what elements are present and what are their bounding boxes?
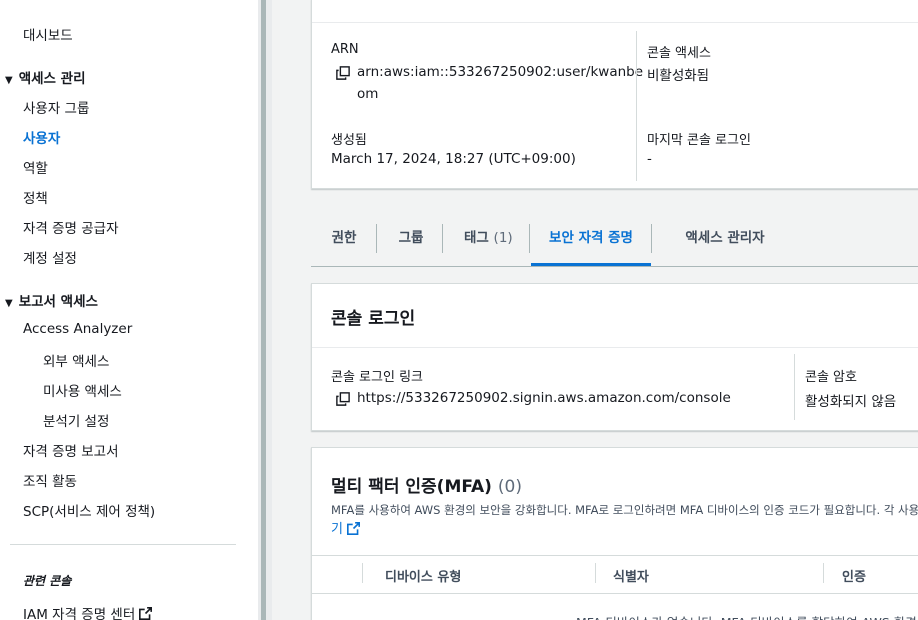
tab-separator xyxy=(651,224,652,253)
arn-label: ARN xyxy=(331,42,359,57)
sidebar-splitter[interactable] xyxy=(258,0,272,620)
card-header-divider xyxy=(312,347,918,348)
column-divider xyxy=(636,31,637,181)
column-separator xyxy=(823,563,824,583)
sidebar-item-roles[interactable]: 역할 xyxy=(23,157,48,177)
sidebar-item-account-settings[interactable]: 계정 설정 xyxy=(23,247,77,267)
mfa-link-text: 기 xyxy=(331,522,343,537)
tab-tags-label: 태그 xyxy=(464,230,489,246)
console-password-value: 활성화되지 않음 xyxy=(805,394,897,410)
created-value: March 17, 2024, 18:27 (UTC+09:00) xyxy=(331,151,576,167)
sidebar-section-label: 보고서 액세스 xyxy=(18,294,98,310)
mfa-card: 멀티 팩터 인증(MFA) (0) MFA를 사용하여 AWS 환경의 보안을 … xyxy=(311,447,918,620)
arn-value-line1: arn:aws:iam::533267250902:user/kwanbe xyxy=(357,64,644,80)
sidebar-divider xyxy=(10,544,236,545)
sidebar-item-label: IAM 자격 증명 센터 xyxy=(23,607,136,620)
column-separator xyxy=(362,563,363,583)
sidebar-item-external-access[interactable]: 외부 액세스 xyxy=(43,350,109,370)
copy-icon[interactable] xyxy=(336,392,350,406)
copy-icon[interactable] xyxy=(336,66,350,80)
external-link-icon xyxy=(346,522,360,535)
sidebar-item-credential-report[interactable]: 자격 증명 보고서 xyxy=(23,440,119,460)
tab-tags[interactable]: 태그 (1) xyxy=(464,221,513,266)
console-login-title: 콘솔 로그인 xyxy=(331,309,416,329)
column-header-certification[interactable]: 인증 xyxy=(842,566,866,585)
mfa-title: 멀티 팩터 인증(MFA) (0) xyxy=(331,472,522,497)
console-login-card: 콘솔 로그인 콘솔 로그인 링크 https://533267250902.si… xyxy=(311,283,918,431)
sidebar-item-scp[interactable]: SCP(서비스 제어 정책) xyxy=(23,500,155,520)
console-login-link-label: 콘솔 로그인 링크 xyxy=(331,370,423,385)
splitter-handle[interactable] xyxy=(261,0,266,620)
console-password-label: 콘솔 암호 xyxy=(805,370,857,385)
tab-separator xyxy=(376,224,377,253)
table-header-bottom-divider xyxy=(312,593,918,594)
caret-down-icon: ▼ xyxy=(5,298,13,309)
sidebar-item-unused-access[interactable]: 미사용 액세스 xyxy=(43,380,122,400)
external-link-icon xyxy=(139,607,153,620)
sidebar-item-access-analyzer[interactable]: Access Analyzer xyxy=(23,321,132,337)
main-content: ARN arn:aws:iam::533267250902:user/kwanb… xyxy=(272,0,918,620)
sidebar-item-identity-providers[interactable]: 자격 증명 공급자 xyxy=(23,217,119,237)
sidebar-section-access-management[interactable]: ▼ 액세스 관리 xyxy=(5,67,86,87)
last-console-login-value: - xyxy=(647,151,652,167)
tab-groups[interactable]: 그룹 xyxy=(398,221,424,266)
tab-tags-count: (1) xyxy=(493,230,513,246)
sidebar-related-consoles-heading: 관련 콘솔 xyxy=(23,574,72,588)
sidebar-item-user-groups[interactable]: 사용자 그룹 xyxy=(23,97,89,117)
sidebar-item-iam-identity-center[interactable]: IAM 자격 증명 센터 xyxy=(23,603,153,620)
mfa-learn-more-link[interactable]: 기 xyxy=(331,518,360,537)
mfa-empty-message: MFA 디바이스가 없습니다. MFA 디바이스를 할당하여 AWS 환경 xyxy=(576,612,917,620)
table-header-top-divider xyxy=(312,555,918,556)
created-label: 생성됨 xyxy=(331,133,367,148)
user-summary-card: ARN arn:aws:iam::533267250902:user/kwanb… xyxy=(311,0,918,189)
tab-permissions[interactable]: 권한 xyxy=(331,221,357,266)
column-header-identifier[interactable]: 식별자 xyxy=(613,566,649,585)
card-header-divider xyxy=(312,22,918,23)
arn-value-line2: om xyxy=(357,86,379,102)
sidebar-item-analyzer-settings[interactable]: 분석기 설정 xyxy=(43,410,109,430)
sidebar-item-policies[interactable]: 정책 xyxy=(23,187,48,207)
last-console-login-label: 마지막 콘솔 로그인 xyxy=(647,133,751,148)
sidebar: 대시보드 ▼ 액세스 관리 사용자 그룹 사용자 역할 정책 자격 증명 공급자 … xyxy=(0,0,258,620)
sidebar-item-users[interactable]: 사용자 xyxy=(23,127,60,147)
console-access-label: 콘솔 액세스 xyxy=(647,46,711,61)
sidebar-item-dashboard[interactable]: 대시보드 xyxy=(23,24,73,44)
caret-down-icon: ▼ xyxy=(5,75,13,86)
sidebar-item-org-activity[interactable]: 조직 활동 xyxy=(23,470,77,490)
column-header-device-type[interactable]: 디바이스 유형 xyxy=(385,566,461,585)
mfa-count: (0) xyxy=(497,477,522,497)
tab-security-credentials[interactable]: 보안 자격 증명 xyxy=(531,221,651,266)
column-separator xyxy=(595,563,596,583)
column-divider xyxy=(794,354,795,420)
sidebar-section-label: 액세스 관리 xyxy=(18,71,86,87)
tab-access-advisor[interactable]: 액세스 관리자 xyxy=(673,221,777,266)
tab-separator xyxy=(442,224,443,253)
console-access-value: 비활성화됨 xyxy=(647,68,710,84)
tab-separator xyxy=(529,224,530,253)
sidebar-section-access-reports[interactable]: ▼ 보고서 액세스 xyxy=(5,290,98,310)
user-detail-tabs: 권한 그룹 태그 (1) 보안 자격 증명 액세스 관리자 xyxy=(311,221,918,267)
console-login-link-value: https://533267250902.signin.aws.amazon.c… xyxy=(357,390,731,406)
mfa-description: MFA를 사용하여 AWS 환경의 보안을 강화합니다. MFA로 로그인하려면… xyxy=(331,503,918,517)
mfa-title-text: 멀티 팩터 인증(MFA) xyxy=(331,477,492,497)
